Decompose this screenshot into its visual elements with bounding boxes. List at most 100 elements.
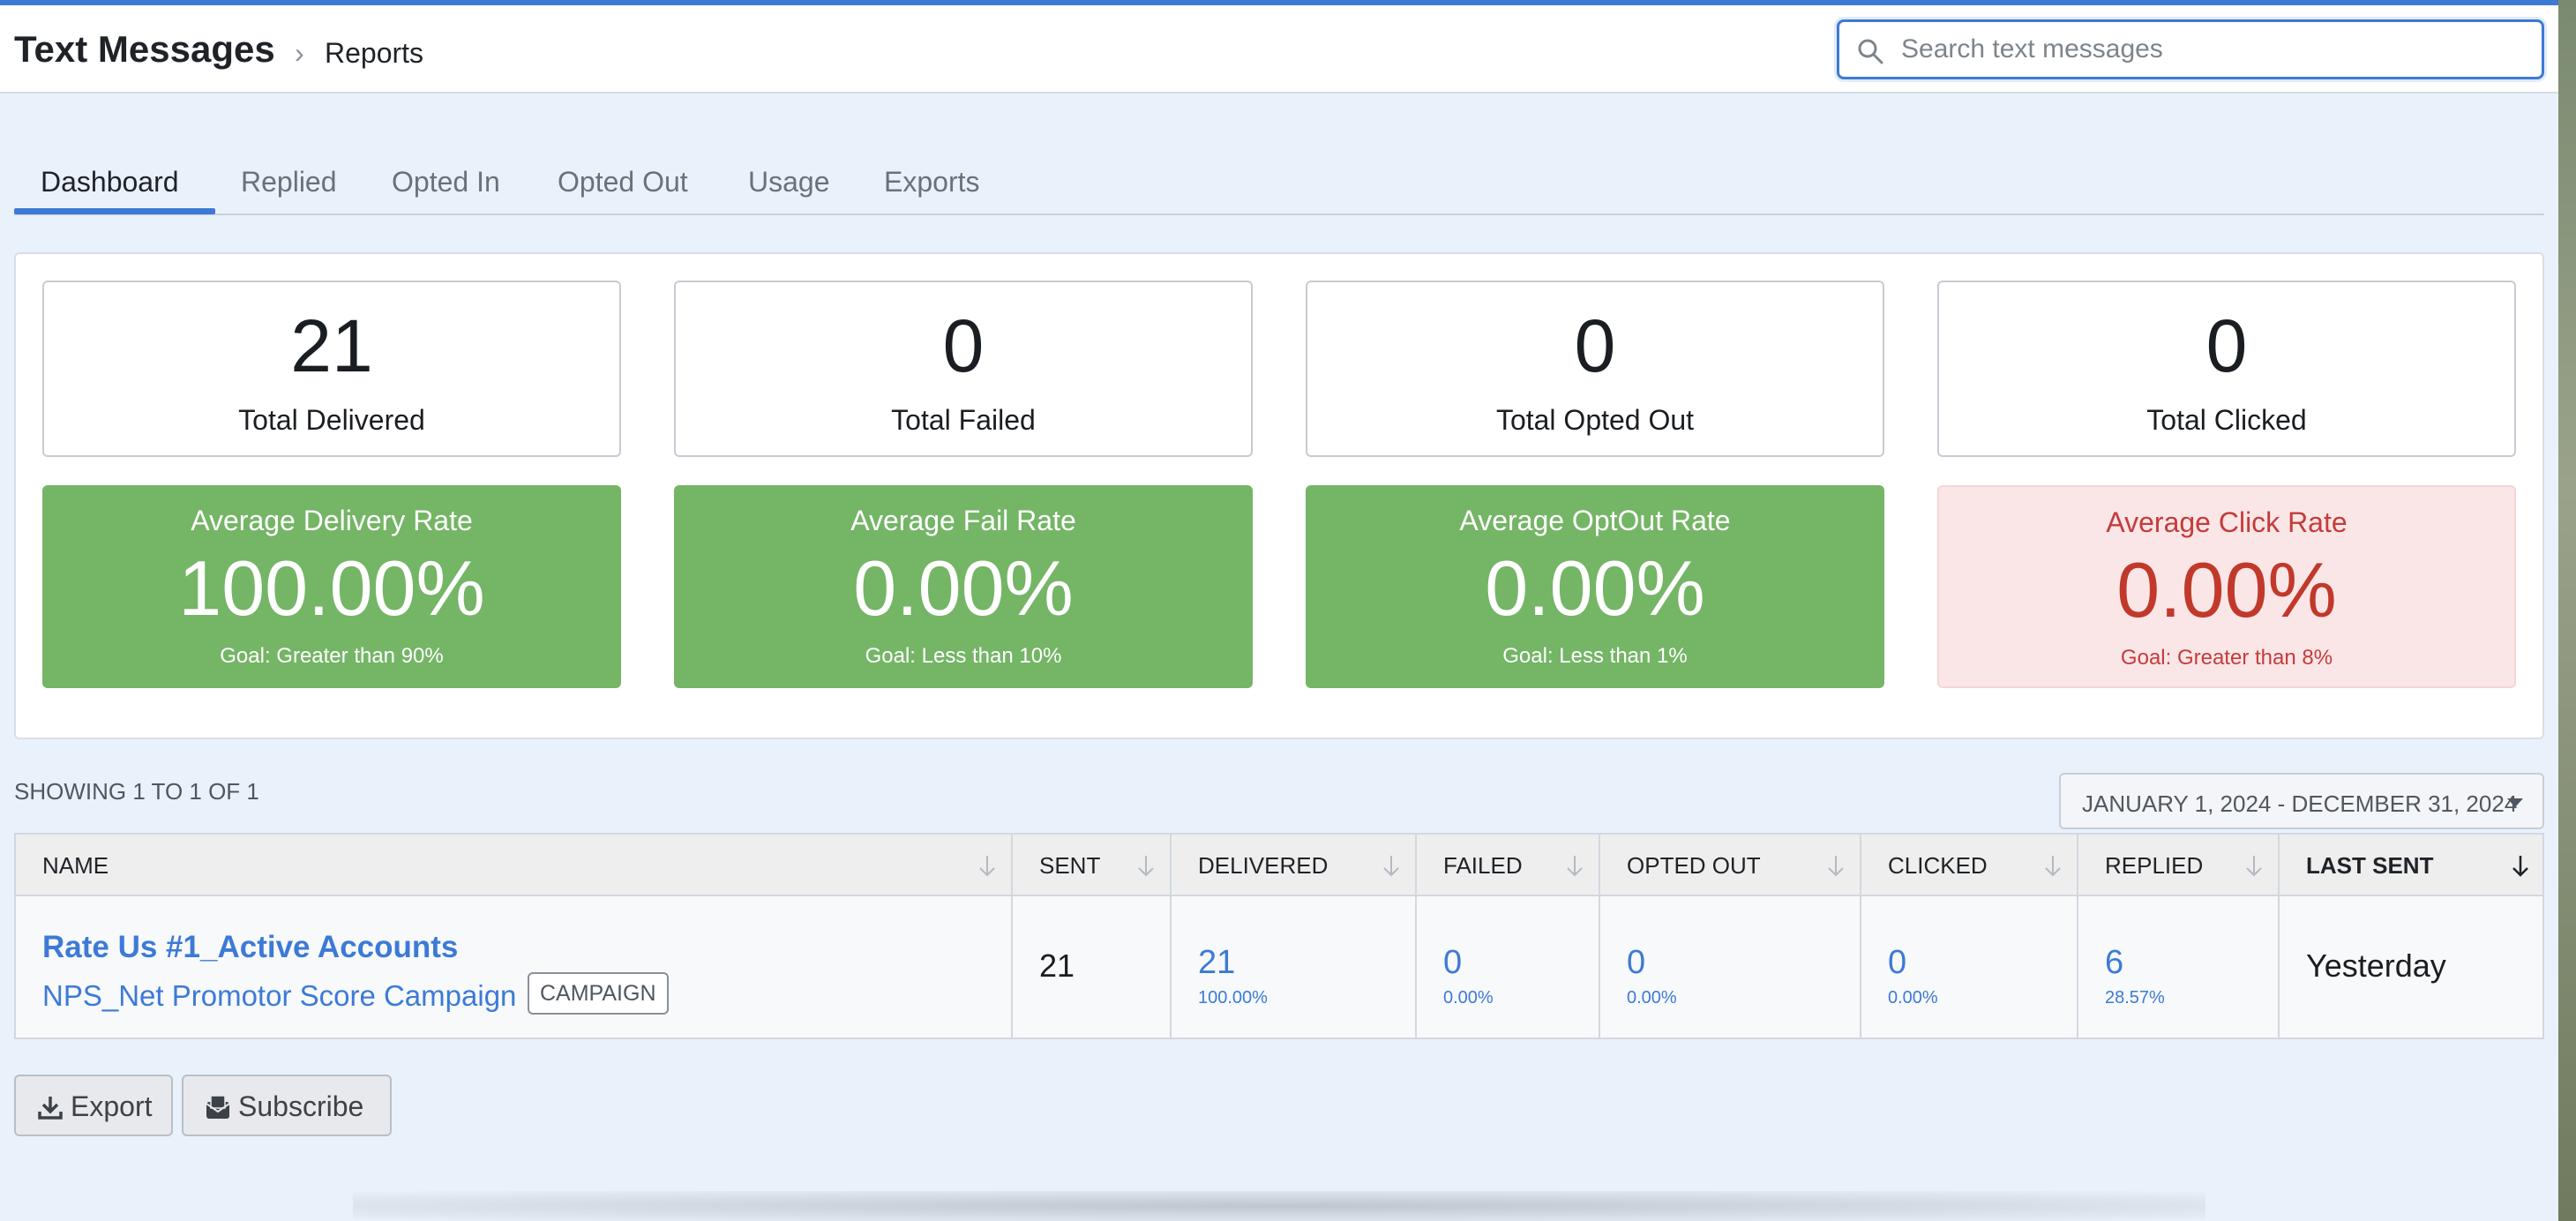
campaign-badge: CAMPAIGN (528, 972, 669, 1015)
page-header: Text Messages › Reports (0, 5, 2558, 94)
stat-value: 0 (1574, 304, 1616, 387)
stat-card-clicked: 0 Total Clicked (1937, 281, 2516, 457)
clicked-percent: 0.00% (1888, 988, 1938, 1008)
delivered-link[interactable]: 21 (1198, 944, 1235, 982)
cell-failed: 0 0.00% (1417, 896, 1600, 1039)
page-title: Text Messages (14, 28, 275, 70)
replied-link[interactable]: 6 (2105, 944, 2123, 982)
export-label: Export (71, 1090, 153, 1122)
tab-dashboard[interactable]: Dashboard (41, 166, 179, 199)
stat-value: 0 (942, 304, 985, 387)
stat-label: Total Failed (891, 404, 1036, 436)
rate-card-delivery: Average Delivery Rate 100.00% Goal: Grea… (42, 485, 621, 688)
sort-arrow-icon (979, 856, 995, 877)
rate-label: Average Click Rate (2106, 506, 2348, 538)
search-icon (1858, 39, 1883, 64)
tab-bar: Dashboard Replied Opted In Opted Out Usa… (14, 150, 2544, 215)
modal-shadow (353, 1191, 2205, 1221)
sort-arrow-icon (2246, 856, 2262, 877)
breadcrumb-separator-icon: › (295, 37, 304, 69)
table-header: NAME SENT DELIVERED FAILED OPTED OUT CLI… (16, 835, 2542, 896)
stat-label: Total Delivered (238, 404, 425, 436)
tab-usage[interactable]: Usage (748, 166, 830, 199)
rate-value: 0.00% (2116, 546, 2337, 633)
rate-goal: Goal: Less than 1% (1502, 644, 1688, 668)
tab-opted-out[interactable]: Opted Out (558, 166, 688, 199)
active-tab-indicator (14, 208, 215, 214)
replied-percent: 28.57% (2105, 988, 2165, 1008)
cell-clicked: 0 0.00% (1861, 896, 2078, 1039)
cell-opted-out: 0 0.00% (1600, 896, 1861, 1039)
export-button[interactable]: Export (14, 1075, 173, 1136)
delivered-percent: 100.00% (1198, 988, 1268, 1008)
column-header-clicked[interactable]: CLICKED (1861, 835, 2078, 896)
campaign-link[interactable]: NPS_Net Promotor Score Campaign (42, 979, 516, 1013)
cell-sent: 21 (1013, 896, 1172, 1039)
stat-card-delivered: 21 Total Delivered (42, 281, 621, 457)
sort-arrow-icon (2045, 856, 2061, 877)
last-sent-value: Yesterday (2306, 948, 2446, 984)
cell-delivered: 21 100.00% (1172, 896, 1417, 1039)
sent-value: 21 (1039, 948, 1075, 984)
stat-label: Total Opted Out (1495, 404, 1695, 436)
rate-label: Average OptOut Rate (1459, 505, 1731, 536)
column-label: SENT (1039, 852, 1101, 879)
rate-goal: Goal: Greater than 8% (2120, 646, 2333, 670)
column-header-last-sent[interactable]: LAST SENT (2280, 835, 2544, 896)
clicked-link[interactable]: 0 (1888, 944, 1906, 982)
date-range-label: JANUARY 1, 2024 - DECEMBER 31, 2024 (2082, 790, 2518, 817)
column-header-sent[interactable]: SENT (1013, 835, 1172, 896)
rate-label: Average Delivery Rate (191, 505, 473, 536)
sort-arrow-icon (1383, 856, 1399, 877)
column-header-delivered[interactable]: DELIVERED (1172, 835, 1417, 896)
rate-card-optout: Average OptOut Rate 0.00% Goal: Less tha… (1306, 485, 1884, 688)
message-name-link[interactable]: Rate Us #1_Active Accounts (42, 930, 458, 965)
sort-arrow-icon (1138, 856, 1154, 877)
column-header-name[interactable]: NAME (16, 835, 1013, 896)
column-label: CLICKED (1888, 852, 1988, 879)
sort-arrow-icon (1828, 856, 1844, 877)
column-label: FAILED (1443, 852, 1523, 879)
rate-goal: Goal: Less than 10% (865, 644, 1062, 668)
failed-percent: 0.00% (1443, 988, 1494, 1008)
opted-out-percent: 0.00% (1627, 988, 1677, 1008)
column-label: LAST SENT (2306, 852, 2434, 879)
download-icon (38, 1097, 63, 1120)
breadcrumb-reports[interactable]: Reports (325, 37, 423, 70)
stat-card-failed: 0 Total Failed (674, 281, 1253, 457)
search-input[interactable] (1901, 27, 2519, 71)
rate-label: Average Fail Rate (850, 505, 1076, 536)
failed-link[interactable]: 0 (1443, 944, 1462, 982)
tab-opted-in[interactable]: Opted In (392, 166, 500, 199)
pagination-summary: SHOWING 1 TO 1 OF 1 (14, 778, 259, 805)
rate-value: 0.00% (1485, 544, 1705, 632)
stat-value: 0 (2205, 304, 2248, 387)
cell-last-sent: Yesterday (2280, 896, 2544, 1039)
stat-card-opted-out: 0 Total Opted Out (1306, 281, 1884, 457)
column-header-failed[interactable]: FAILED (1417, 835, 1600, 896)
report-table: NAME SENT DELIVERED FAILED OPTED OUT CLI… (14, 833, 2544, 1039)
sort-arrow-down-active-icon (2512, 856, 2528, 877)
chevron-down-icon (2507, 798, 2523, 807)
tab-replied[interactable]: Replied (241, 166, 337, 199)
date-range-dropdown[interactable]: JANUARY 1, 2024 - DECEMBER 31, 2024 (2059, 773, 2544, 829)
column-header-replied[interactable]: REPLIED (2078, 835, 2280, 896)
rate-card-click: Average Click Rate 0.00% Goal: Greater t… (1937, 485, 2516, 688)
table-row: Rate Us #1_Active Accounts NPS_Net Promo… (16, 896, 1013, 1039)
search-box[interactable] (1837, 19, 2544, 79)
column-header-opted-out[interactable]: OPTED OUT (1600, 835, 1861, 896)
subscribe-button[interactable]: Subscribe (182, 1075, 392, 1136)
cell-replied: 6 28.57% (2078, 896, 2280, 1039)
rate-goal: Goal: Greater than 90% (220, 644, 444, 668)
dashboard-panel: 21 Total Delivered 0 Total Failed 0 Tota… (14, 252, 2544, 739)
column-label: DELIVERED (1198, 852, 1329, 879)
column-label: OPTED OUT (1627, 852, 1761, 879)
tab-exports[interactable]: Exports (884, 166, 979, 199)
rate-value: 0.00% (853, 544, 1074, 632)
subscribe-label: Subscribe (238, 1090, 364, 1122)
rate-value: 100.00% (178, 544, 485, 632)
background-desktop-edge (2558, 0, 2576, 1221)
stat-value: 21 (290, 304, 373, 387)
envelope-icon (206, 1095, 230, 1119)
opted-out-link[interactable]: 0 (1627, 944, 1645, 982)
